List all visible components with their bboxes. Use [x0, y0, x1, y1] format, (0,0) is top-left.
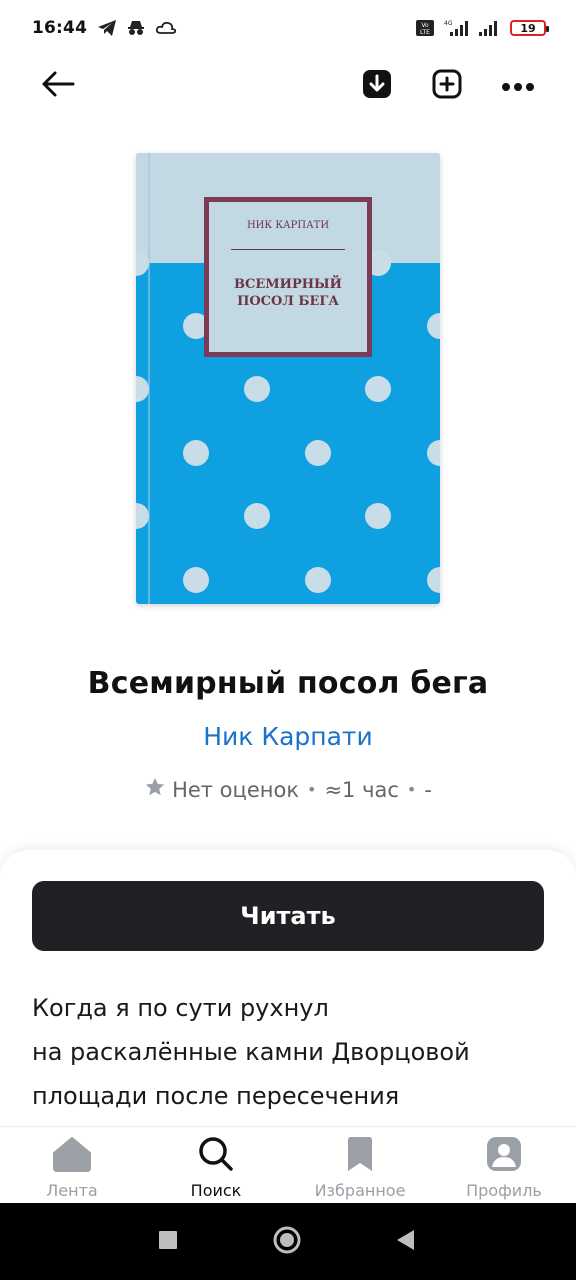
add-square-icon: [431, 68, 463, 104]
meta-separator: •: [406, 780, 417, 799]
arrow-left-icon: [41, 70, 75, 102]
book-author-link[interactable]: Ник Карпати: [0, 722, 576, 751]
recent-apps-button[interactable]: [153, 1227, 183, 1257]
system-navigation-bar: [0, 1203, 576, 1280]
download-button[interactable]: [359, 68, 395, 104]
description-line: на раскалённые камни Дворцовой: [32, 1038, 470, 1066]
cover-divider: [231, 249, 345, 250]
status-time: 16:44: [32, 18, 88, 38]
meta-separator: •: [307, 780, 317, 799]
cover-title-line1: ВСЕМИРНЫЙ: [234, 277, 342, 292]
profile-icon: [485, 1136, 523, 1176]
book-title: Всемирный посол бега: [87, 666, 489, 701]
home-system-button[interactable]: [272, 1225, 302, 1259]
bookmark-icon: [344, 1136, 376, 1176]
search-icon: [197, 1136, 235, 1176]
nav-label-feed: Лента: [46, 1181, 98, 1200]
telegram-icon: [97, 19, 117, 37]
battery-indicator: 19: [510, 20, 549, 36]
duration-text: ≈1 час: [324, 777, 399, 802]
nav-label-profile: Профиль: [466, 1181, 542, 1200]
book-details-sheet: Читать Когда я по сути рухнул на раскалё…: [0, 850, 576, 1130]
cloud-icon: [155, 20, 177, 36]
signal-icon: [478, 19, 502, 37]
add-to-shelf-button[interactable]: [429, 68, 465, 104]
signal-4g-icon: 4G: [442, 19, 470, 37]
description-line: Когда я по сути рухнул: [32, 994, 329, 1022]
triangle-back-icon: [394, 1228, 416, 1256]
book-meta: Нет оценок • ≈1 час • -: [0, 776, 576, 803]
cover-author: НИК КАРПАТИ: [246, 220, 330, 231]
volte-icon: Vo LTE: [416, 19, 434, 37]
nav-label-favorites: Избранное: [314, 1181, 406, 1200]
rating-text: Нет оценок: [172, 777, 300, 802]
circle-icon: [272, 1225, 302, 1259]
status-bar: 16:44 Vo LTE 4G 19: [0, 0, 576, 56]
more-button[interactable]: [500, 68, 536, 104]
cover-title-line2: ПОСОЛ БЕГА: [237, 294, 339, 309]
book-description[interactable]: Когда я по сути рухнул на раскалённые ка…: [32, 986, 532, 1118]
book-cover[interactable]: НИК КАРПАТИ ВСЕМИРНЫЙ ПОСОЛ БЕГА: [136, 153, 440, 604]
square-icon: [158, 1230, 178, 1254]
download-icon: [361, 68, 393, 104]
star-icon: [144, 776, 166, 803]
more-horizontal-icon: [501, 77, 535, 96]
read-button[interactable]: Читать: [32, 881, 544, 951]
nav-item-feed[interactable]: Лента: [0, 1127, 144, 1203]
nav-item-profile[interactable]: Профиль: [432, 1127, 576, 1203]
extra-text: -: [424, 777, 432, 802]
svg-text:4G: 4G: [444, 20, 453, 27]
svg-text:LTE: LTE: [420, 29, 430, 36]
nav-item-search[interactable]: Поиск: [144, 1127, 288, 1203]
home-icon: [52, 1136, 92, 1176]
back-button[interactable]: [40, 68, 76, 104]
bottom-navigation: Лента Поиск Избранное Профиль: [0, 1126, 576, 1203]
cover-title: ВСЕМИРНЫЙ ПОСОЛ БЕГА: [209, 276, 367, 310]
back-system-button[interactable]: [390, 1227, 420, 1257]
description-line: площади после пересечения: [32, 1082, 400, 1110]
cover-title-frame: НИК КАРПАТИ ВСЕМИРНЫЙ ПОСОЛ БЕГА: [204, 197, 372, 357]
svg-text:Vo: Vo: [421, 22, 429, 29]
incognito-icon: [127, 19, 145, 37]
top-app-bar: [0, 56, 576, 116]
nav-item-favorites[interactable]: Избранное: [288, 1127, 432, 1203]
nav-label-search: Поиск: [190, 1181, 242, 1200]
